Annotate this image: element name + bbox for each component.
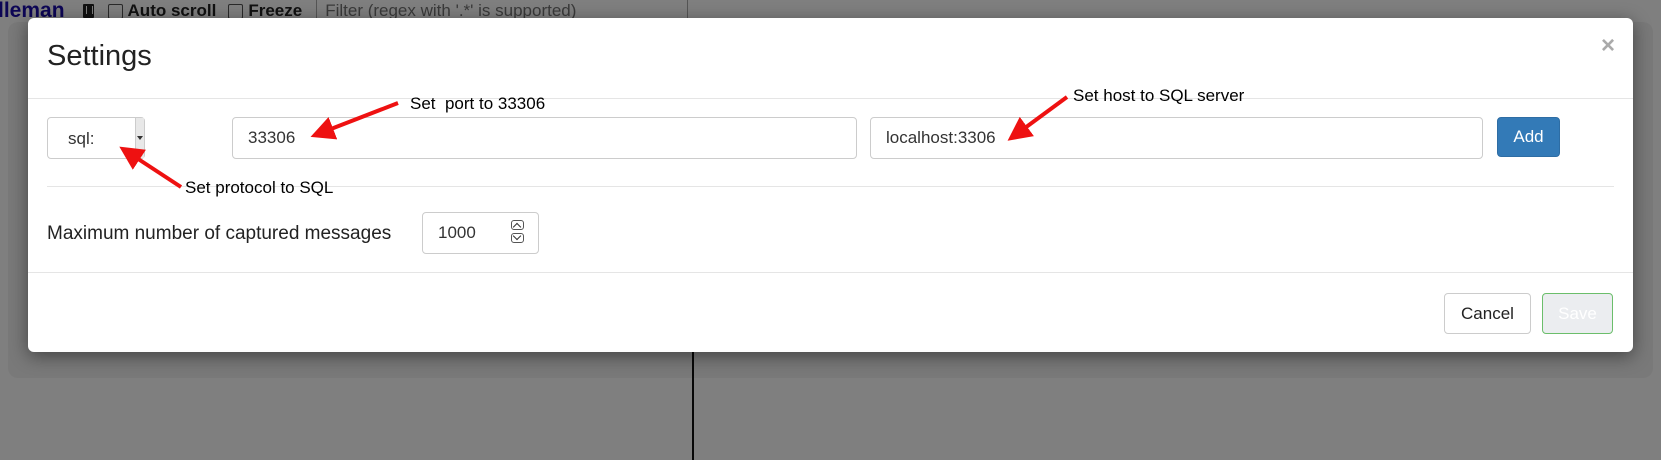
modal-footer: Cancel Save [28, 272, 1633, 353]
save-button[interactable]: Save [1542, 293, 1613, 334]
close-icon[interactable]: × [1601, 34, 1615, 58]
host-annotation: Set host to SQL server [1073, 86, 1245, 105]
max-messages-input[interactable]: 1000 [422, 212, 539, 254]
add-button[interactable]: Add [1497, 117, 1560, 157]
port-annotation: Set port to 33306 [410, 94, 546, 113]
spin-down-icon[interactable] [511, 233, 524, 243]
dropdown-arrow-icon[interactable] [135, 118, 144, 158]
protocol-select[interactable]: sql: [47, 117, 145, 159]
max-messages-label: Maximum number of captured messages [47, 223, 392, 244]
max-messages-value: 1000 [438, 223, 476, 242]
modal-title: Settings [47, 40, 152, 72]
protocol-annotation: Set protocol to SQL [185, 178, 334, 197]
spin-up-icon[interactable] [511, 220, 524, 230]
modal-header: Settings × [28, 18, 1633, 99]
protocol-select-value: sql: [68, 129, 95, 148]
port-input[interactable] [232, 117, 857, 159]
host-input[interactable] [870, 117, 1483, 159]
cancel-button[interactable]: Cancel [1444, 293, 1531, 334]
